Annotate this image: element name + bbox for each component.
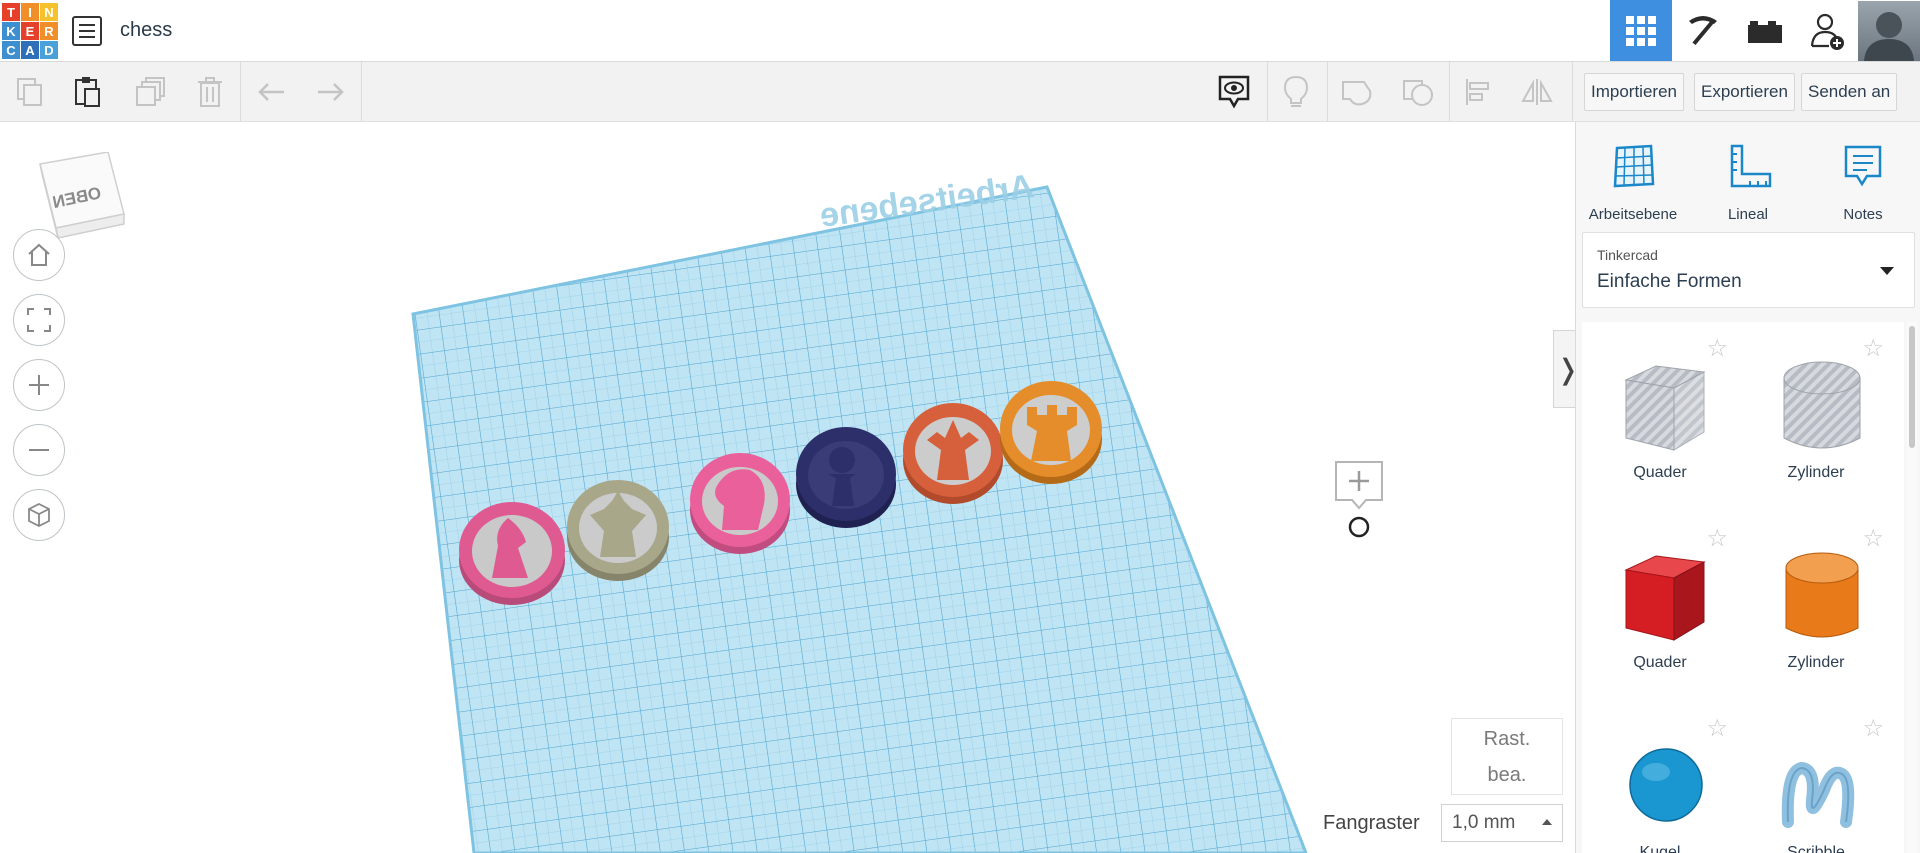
- snap-grid-label: Fangraster: [1323, 812, 1420, 834]
- align-icon[interactable]: [1456, 70, 1500, 114]
- workplane-tool-label: Arbeitsebene: [1588, 206, 1678, 223]
- orange-queen-piece[interactable]: [903, 403, 1003, 504]
- shape-box[interactable]: ☆ Quader: [1582, 512, 1738, 702]
- notes-tool-label: Notes: [1843, 206, 1883, 223]
- add-note-icon[interactable]: [1334, 460, 1386, 540]
- cylinder-hole-icon: [1783, 361, 1861, 449]
- logo-letter: E: [21, 22, 39, 40]
- khaki-king-piece[interactable]: [567, 480, 669, 581]
- ruler-tool[interactable]: Lineal: [1693, 136, 1803, 226]
- zoom-out-icon[interactable]: [13, 424, 65, 476]
- library-provider: Tinkercad: [1597, 247, 1658, 263]
- shape-sphere[interactable]: ☆ Kugel: [1582, 702, 1738, 853]
- shape-box-hole[interactable]: ☆ Quader: [1582, 322, 1738, 512]
- zoom-in-icon[interactable]: [13, 359, 65, 411]
- shape-cylinder[interactable]: ☆ Zylinder: [1738, 512, 1894, 702]
- scribble-icon: [1781, 761, 1855, 828]
- logo-letter: K: [2, 22, 20, 40]
- logo-letter: A: [21, 41, 39, 59]
- design-title[interactable]: chess: [120, 19, 172, 42]
- 3d-view-icon[interactable]: [1610, 0, 1672, 61]
- lightbulb-icon[interactable]: [1274, 70, 1318, 114]
- show-notes-icon[interactable]: [1212, 70, 1256, 114]
- logo-letter: N: [40, 3, 58, 21]
- design-list-icon[interactable]: [72, 16, 102, 46]
- tinkercad-editor: TIN KER CAD chess Importieren Exportieren …: [0, 0, 1920, 853]
- ruler-tool-label: Lineal: [1727, 206, 1769, 223]
- sphere-icon: [1629, 748, 1703, 822]
- export-button[interactable]: Exportieren: [1694, 73, 1795, 111]
- paste-icon[interactable]: [66, 70, 110, 114]
- library-value: Einfache Formen: [1597, 271, 1742, 292]
- scrollbar-thumb[interactable]: [1909, 326, 1915, 448]
- navy-pawn-piece[interactable]: [796, 427, 896, 528]
- shape-label: Scribble: [1787, 844, 1845, 853]
- add-user-icon[interactable]: [1796, 0, 1858, 61]
- shapes-scrollbar[interactable]: [1907, 322, 1917, 853]
- pickaxe-icon[interactable]: [1672, 0, 1734, 61]
- home-icon[interactable]: [13, 229, 65, 281]
- shape-label: Zylinder: [1787, 464, 1845, 481]
- avatar[interactable]: [1858, 1, 1920, 61]
- logo-letter: R: [40, 22, 58, 40]
- perspective-icon[interactable]: [13, 489, 65, 541]
- send-to-button[interactable]: Senden an: [1801, 73, 1898, 111]
- snap-grid-select[interactable]: 1,0 mm: [1441, 804, 1563, 842]
- shapes-panel: Arbeitsebene Lineal Notes Tinkercad Einf…: [1575, 122, 1920, 853]
- logo-letter: C: [2, 41, 20, 59]
- redo-icon[interactable]: [308, 70, 352, 114]
- box-hole-icon: [1624, 365, 1706, 451]
- logo-letter: T: [2, 3, 20, 21]
- delete-icon[interactable]: [188, 70, 232, 114]
- ruler-icon: [1730, 144, 1772, 188]
- edit-grid-label-2: bea.: [1487, 763, 1527, 786]
- logo-letter: I: [21, 3, 39, 21]
- fit-view-icon[interactable]: [13, 294, 65, 346]
- tinkercad-logo[interactable]: TIN KER CAD: [2, 3, 58, 59]
- box-icon: [1624, 555, 1706, 641]
- shape-solid-icon[interactable]: [1335, 70, 1379, 114]
- cylinder-icon: [1785, 552, 1859, 638]
- edit-toolbar: Importieren Exportieren Senden an: [0, 62, 1920, 122]
- shape-cylinder-hole[interactable]: ☆ Zylinder: [1738, 322, 1894, 512]
- workplane-tool[interactable]: Arbeitsebene: [1578, 136, 1688, 226]
- workplane-icon: [1613, 144, 1655, 188]
- undo-icon[interactable]: [250, 70, 294, 114]
- logo-letter: D: [40, 41, 58, 59]
- pink-bishop-piece[interactable]: [459, 502, 565, 605]
- duplicate-icon[interactable]: [128, 70, 172, 114]
- shape-label: Zylinder: [1787, 654, 1845, 671]
- mirror-icon[interactable]: [1515, 70, 1559, 114]
- caret-up-icon: [1542, 819, 1552, 825]
- notes-icon: [1844, 145, 1882, 187]
- 3d-viewport[interactable]: Arbeitsebene OBEN Rast. bea. Fangraster …: [0, 122, 1575, 853]
- copy-icon[interactable]: [8, 70, 52, 114]
- shape-label: Quader: [1633, 464, 1687, 481]
- bricks-icon[interactable]: [1734, 0, 1796, 61]
- amber-rook-piece[interactable]: [1000, 381, 1102, 484]
- shape-hole-icon[interactable]: [1396, 70, 1440, 114]
- shape-library-select[interactable]: Tinkercad Einfache Formen: [1582, 232, 1915, 308]
- top-bar: TIN KER CAD chess: [0, 0, 1920, 62]
- import-button[interactable]: Importieren: [1584, 73, 1684, 111]
- notes-tool[interactable]: Notes: [1808, 136, 1918, 226]
- shapes-grid: ☆ Quader ☆ Zylinder ☆ Quader ☆ Zylinder …: [1582, 322, 1904, 853]
- chevron-down-icon: [1880, 267, 1894, 275]
- shape-label: Quader: [1633, 654, 1687, 671]
- edit-grid-label-1: Rast.: [1483, 727, 1531, 750]
- edit-grid-button[interactable]: Rast. bea.: [1451, 718, 1563, 795]
- pink-knight-piece[interactable]: [690, 453, 790, 554]
- snap-grid-value: 1,0 mm: [1452, 812, 1516, 833]
- shape-label: Kugel: [1639, 844, 1681, 853]
- shape-scribble[interactable]: ☆ Scribble: [1738, 702, 1894, 853]
